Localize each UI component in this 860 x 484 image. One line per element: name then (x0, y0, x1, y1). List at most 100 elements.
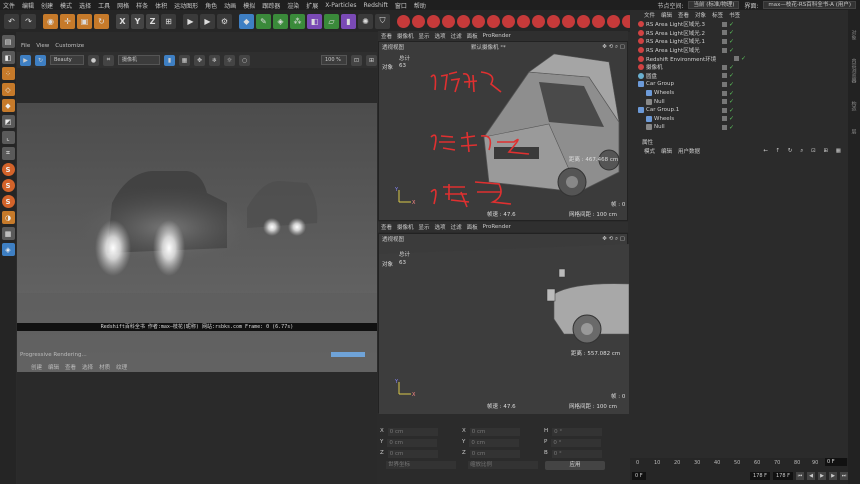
object-row[interactable]: Car Group ✓ (630, 80, 848, 89)
menu-extensions[interactable]: 扩展 (306, 1, 318, 10)
redshift-s-icon-3[interactable]: S (1, 195, 15, 208)
vp1-camera[interactable]: 默认摄像机 °* (471, 43, 506, 51)
vp2-nav-icons[interactable]: ✥ ⟲ ⌕ ▢ (602, 236, 625, 243)
coord-pos-y[interactable]: 0 cm (387, 438, 438, 447)
object-row[interactable]: Car Group.1 ✓ (630, 106, 848, 115)
live-selection-icon[interactable]: ◉ (43, 13, 58, 29)
vp1-menu-prorender[interactable]: ProRender (483, 33, 511, 39)
fit-icon[interactable]: ⊡ (351, 54, 362, 66)
menu-character[interactable]: 角色 (205, 1, 217, 10)
tab-content-browser[interactable]: 内容浏览器 (851, 58, 858, 83)
coord-mode-select[interactable]: 世界坐标 (386, 460, 456, 469)
om-menu-tags[interactable]: 标签 (712, 11, 723, 19)
rv-menu-customize[interactable]: Customize (55, 43, 84, 49)
sun-icon[interactable]: ☼ (224, 54, 235, 66)
coord-rot-h[interactable]: 0 ° (552, 427, 602, 436)
coord-pos-x[interactable]: 0 cm (387, 427, 438, 436)
snap-icon[interactable]: ⌗ (1, 147, 15, 160)
timeline-ruler[interactable]: 0 10 20 30 40 50 60 70 80 90 (636, 458, 818, 467)
menu-mode[interactable]: 模式 (60, 1, 72, 10)
om-menu-edit[interactable]: 编辑 (661, 11, 672, 19)
render-settings-icon[interactable]: ⚙ (217, 13, 232, 29)
redshift-icon-5[interactable] (457, 14, 470, 28)
undo-icon[interactable]: ↶ (4, 13, 19, 29)
menu-help[interactable]: 帮助 (414, 1, 426, 10)
redshift-icon-7[interactable] (487, 14, 500, 28)
am-menu-userdata[interactable]: 用户数据 (678, 147, 700, 155)
light-icon[interactable]: ✺ (358, 13, 373, 29)
pin-icon[interactable]: ✥ (194, 54, 205, 66)
viewport-bottom[interactable]: Y X 透视视图 ✥ ⟲ ⌕ ▢ 总计 对象 63 距离 : 557.082 c… (378, 233, 629, 414)
start-frame-field[interactable]: 0 F (632, 472, 646, 480)
vp1-menu-camera[interactable]: 摄像机 (397, 32, 414, 40)
redshift-icon-4[interactable] (442, 14, 455, 28)
mat-menu-view[interactable]: 查看 (65, 363, 76, 371)
current-frame-field[interactable]: 0 F (825, 458, 847, 466)
redshift-s-icon-2[interactable]: S (1, 179, 15, 192)
vp2-menu-filter[interactable]: 过滤 (451, 223, 462, 231)
go-to-start-icon[interactable]: ⏮ (796, 472, 804, 480)
pen-icon[interactable]: ✎ (256, 13, 271, 29)
mat-menu-material[interactable]: 材质 (99, 363, 110, 371)
mat-menu-create[interactable]: 创建 (31, 363, 42, 371)
redshift-icon-15[interactable] (607, 14, 620, 28)
vp1-menu-view[interactable]: 查看 (381, 32, 392, 40)
menu-file[interactable]: 文件 (3, 1, 15, 10)
camera-icon[interactable]: ▮ (341, 13, 356, 29)
rv-menu-file[interactable]: File (21, 43, 30, 49)
interface-select[interactable]: max—枝花-RS百科全书-A (用户) (763, 1, 856, 9)
camera-select[interactable]: 摄像机 (118, 55, 160, 65)
circle-icon[interactable]: ○ (239, 54, 250, 66)
vp2-menu-display[interactable]: 显示 (419, 223, 430, 231)
floor-icon[interactable]: ▱ (324, 13, 339, 29)
coord-pos-z[interactable]: 0 cm (387, 449, 438, 458)
object-row[interactable]: Wheels ✓ (630, 115, 848, 124)
am-menu-edit[interactable]: 编辑 (661, 147, 672, 155)
coordinate-system-icon[interactable]: ⊞ (161, 13, 176, 29)
redshift-icon-12[interactable] (562, 14, 575, 28)
coord-rot-p[interactable]: 0 ° (551, 438, 602, 447)
subdivision-icon[interactable]: ◈ (273, 13, 288, 29)
redshift-icon-2[interactable] (412, 14, 425, 28)
snowflake-icon[interactable]: ❄ (209, 54, 220, 66)
object-row[interactable]: Null ✓ (630, 123, 848, 132)
shield-icon[interactable]: ⛉ (375, 13, 390, 29)
am-nav-icons[interactable]: ← ↑ ↻ ⌕ ⊡ ⊞ ▦ (763, 148, 844, 155)
redshift-icon-6[interactable] (472, 14, 485, 28)
stop-render-icon[interactable]: ● (88, 54, 99, 66)
vp1-menu-filter[interactable]: 过滤 (451, 32, 462, 40)
object-row[interactable]: Wheels ✓ (630, 89, 848, 98)
node-space-select[interactable]: 当前 (标准/物理) (688, 1, 740, 9)
menu-simulate[interactable]: 模拟 (243, 1, 255, 10)
cloner-icon[interactable]: ⁂ (290, 13, 305, 29)
preview-end-field[interactable]: 178 F (772, 472, 793, 480)
vp2-menu-panel[interactable]: 面板 (467, 223, 478, 231)
edges-mode-icon[interactable]: ◇ (1, 83, 15, 96)
axis-mode-icon[interactable]: ⌞ (1, 131, 15, 144)
redshift-s-icon-1[interactable]: S (1, 163, 15, 176)
scale-mode-select[interactable]: 缩放比例 (468, 460, 538, 469)
vp1-menu-options[interactable]: 选项 (435, 32, 446, 40)
viewport-top[interactable]: Y X 透视视图 默认摄像机 °* ✥ ⟲ ⌕ ▢ 总计 对象 63 距离 : … (378, 41, 628, 221)
deformer-icon[interactable]: ◧ (307, 13, 322, 29)
tab-layers[interactable]: 层 (851, 129, 858, 134)
object-row[interactable]: 摄像机 ✓ (630, 63, 848, 72)
mat-menu-edit[interactable]: 编辑 (48, 363, 59, 371)
zoom-select[interactable]: 100 % (321, 55, 347, 65)
lock-icon[interactable]: ▮ (164, 54, 175, 66)
vp2-menu-view[interactable]: 查看 (381, 223, 392, 231)
redshift-icon-14[interactable] (592, 14, 605, 28)
mat-menu-texture[interactable]: 纹理 (116, 363, 127, 371)
layer-icon[interactable]: ◈ (1, 243, 15, 256)
coord-size-y[interactable]: 0 cm (469, 438, 520, 447)
redshift-icon-9[interactable] (517, 14, 530, 28)
redshift-icon-1[interactable] (397, 14, 410, 28)
go-to-end-icon[interactable]: ⏭ (840, 472, 848, 480)
uv-mode-icon[interactable]: ◩ (1, 115, 15, 128)
next-key-icon[interactable]: ▶ (829, 472, 837, 480)
om-menu-object[interactable]: 对象 (695, 11, 706, 19)
object-row[interactable]: RS Area Light区域光 ✓ (630, 46, 848, 55)
rotate-icon[interactable]: ↻ (94, 13, 109, 29)
fullscreen-icon[interactable]: ⊞ (366, 54, 377, 66)
object-row[interactable]: RS Area Light区域光.3 ✓ (630, 20, 848, 29)
